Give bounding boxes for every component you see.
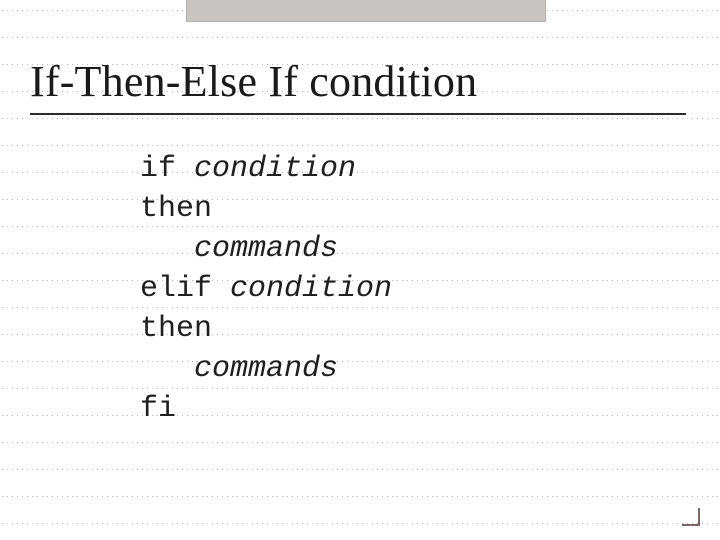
slide-title: If-Then-Else If condition bbox=[30, 56, 690, 107]
code-kw-if: if bbox=[140, 152, 194, 186]
code-it-commands-2: commands bbox=[140, 352, 338, 386]
code-kw-fi: fi bbox=[140, 392, 176, 426]
corner-fold-icon bbox=[682, 508, 700, 526]
slide-body: If-Then-Else If condition if condition t… bbox=[0, 0, 720, 540]
code-kw-then-1: then bbox=[140, 192, 212, 226]
code-kw-elif: elif bbox=[140, 272, 230, 306]
code-kw-then-2: then bbox=[140, 312, 212, 346]
code-it-condition-1: condition bbox=[194, 152, 356, 186]
title-underline bbox=[30, 113, 686, 115]
code-block: if condition then commands elif conditio… bbox=[140, 149, 690, 429]
code-it-commands-1: commands bbox=[140, 232, 338, 266]
code-it-condition-2: condition bbox=[230, 272, 392, 306]
